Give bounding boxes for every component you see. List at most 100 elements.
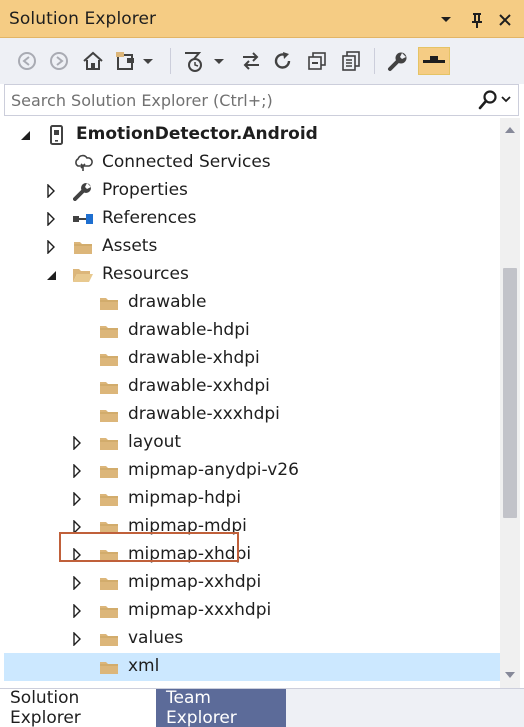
vertical-scrollbar[interactable] [500,118,520,688]
tree-item[interactable]: mipmap-mdpi [4,513,500,541]
tree-item[interactable]: mipmap-xxhdpi [4,569,500,597]
expanded-arrow-icon[interactable] [18,128,32,142]
tree-item[interactable]: mipmap-anydpi-v26 [4,457,500,485]
collapsed-arrow-icon[interactable] [70,436,84,450]
tree-item-label: EmotionDetector.Android [76,124,318,144]
tab-label: Solution Explorer [10,688,81,727]
folder-icon [98,601,120,621]
toolbar-separator [374,48,375,74]
expanded-arrow-icon[interactable] [44,268,58,282]
bottom-tab-strip: Solution Explorer Team Explorer [0,688,524,727]
folder-open-icon [72,265,94,285]
collapsed-arrow-icon[interactable] [70,464,84,478]
collapsed-arrow-icon[interactable] [70,576,84,590]
collapsed-arrow-icon[interactable] [70,548,84,562]
tree-item-label: drawable-xxhdpi [128,376,270,396]
collapsed-arrow-icon[interactable] [70,492,84,506]
tree-item-label: drawable-hdpi [128,320,250,340]
tree-item-label: mipmap-xhdpi [128,544,252,564]
folder-icon [98,573,120,593]
tree-item[interactable]: values [4,625,500,653]
collapsed-arrow-icon[interactable] [44,184,58,198]
tree-item[interactable]: drawable-xxxhdpi [4,401,500,429]
collapsed-arrow-icon[interactable] [70,604,84,618]
refresh-icon[interactable] [270,47,296,75]
collapsed-arrow-icon[interactable] [70,632,84,646]
preview-selected-items-icon[interactable] [418,47,450,75]
tree-item[interactable]: mipmap-xxxhdpi [4,597,500,625]
references-icon [72,209,94,229]
search-input[interactable] [5,85,475,115]
chevron-down-icon[interactable] [435,9,457,31]
folder-icon [98,293,120,313]
tree-item-label: Connected Services [102,152,271,172]
tree-item[interactable]: layout [4,429,500,457]
tree-item-label: drawable-xhdpi [128,348,260,368]
tree-item-label: References [102,208,197,228]
tree-item[interactable]: drawable [4,289,500,317]
folder-icon [98,405,120,425]
toolbar [0,38,524,84]
collapsed-arrow-icon[interactable] [70,520,84,534]
tree-item[interactable]: EmotionDetector.Android [4,121,500,149]
folder-icon [98,377,120,397]
folder-icon [98,349,120,369]
search-icon[interactable] [474,89,512,111]
scrollbar-thumb[interactable] [503,268,517,518]
tab-label: Team Explorer [166,688,237,727]
tree-item[interactable]: drawable-xhdpi [4,345,500,373]
folder-icon [98,545,120,565]
collapsed-arrow-icon[interactable] [44,240,58,254]
folder-icon [98,461,120,481]
tree-item[interactable]: xml [4,653,500,681]
close-icon[interactable] [494,9,516,31]
folder-icon [98,657,120,677]
tree-item[interactable]: mipmap-xhdpi [4,541,500,569]
solution-tree: EmotionDetector.Android Connected Service… [4,118,500,688]
tree-item-label: Resources [102,264,189,284]
tree-item[interactable]: mipmap-hdpi [4,485,500,513]
scroll-up-icon[interactable] [505,124,515,134]
folder-icon [98,433,120,453]
tree-item[interactable]: Connected Services [4,149,500,177]
tree-item-label: mipmap-xxhdpi [128,572,262,592]
tree-item-label: mipmap-xxxhdpi [128,600,272,620]
show-all-files-icon[interactable] [338,47,364,75]
tree-item[interactable]: References [4,205,500,233]
pin-icon[interactable] [466,9,488,31]
folder-icon [98,489,120,509]
tree-item[interactable]: drawable-xxhdpi [4,373,500,401]
wrench-icon [72,181,94,201]
home-icon[interactable] [80,47,106,75]
pending-changes-filter-icon[interactable] [180,47,230,75]
solution-explorer-window: Solution Explorer Search Solution Explor… [0,0,524,727]
tree-item[interactable]: drawable-hdpi [4,317,500,345]
switch-views-icon[interactable] [112,47,160,75]
tree-item-label: Properties [102,180,188,200]
collapsed-arrow-icon[interactable] [44,212,58,226]
folder-icon [98,629,120,649]
tree-item[interactable]: Resources [4,261,500,289]
properties-wrench-icon[interactable] [384,47,412,75]
forward-icon[interactable] [46,47,72,75]
tab-team-explorer[interactable]: Team Explorer [156,688,286,727]
back-icon[interactable] [14,47,40,75]
connected-services-icon [72,153,94,173]
tree-item-label: drawable [128,292,207,312]
tree-item-label: mipmap-anydpi-v26 [128,460,299,480]
tree-item[interactable]: Assets [4,233,500,261]
tab-solution-explorer[interactable]: Solution Explorer [0,688,156,727]
tree-item-label: mipmap-mdpi [128,516,247,536]
sync-with-active-document-icon[interactable] [238,47,264,75]
window-title: Solution Explorer [9,9,157,29]
folder-icon [98,321,120,341]
scroll-down-icon[interactable] [505,670,515,680]
tree-item-label: drawable-xxxhdpi [128,404,280,424]
tree-item[interactable]: Properties [4,177,500,205]
tree-item-label: values [128,628,184,648]
tree-item-label: mipmap-hdpi [128,488,242,508]
search-box [4,84,519,116]
tree-item-label: layout [128,432,182,452]
collapse-all-icon[interactable] [304,47,330,75]
title-bar[interactable]: Solution Explorer [0,0,524,38]
